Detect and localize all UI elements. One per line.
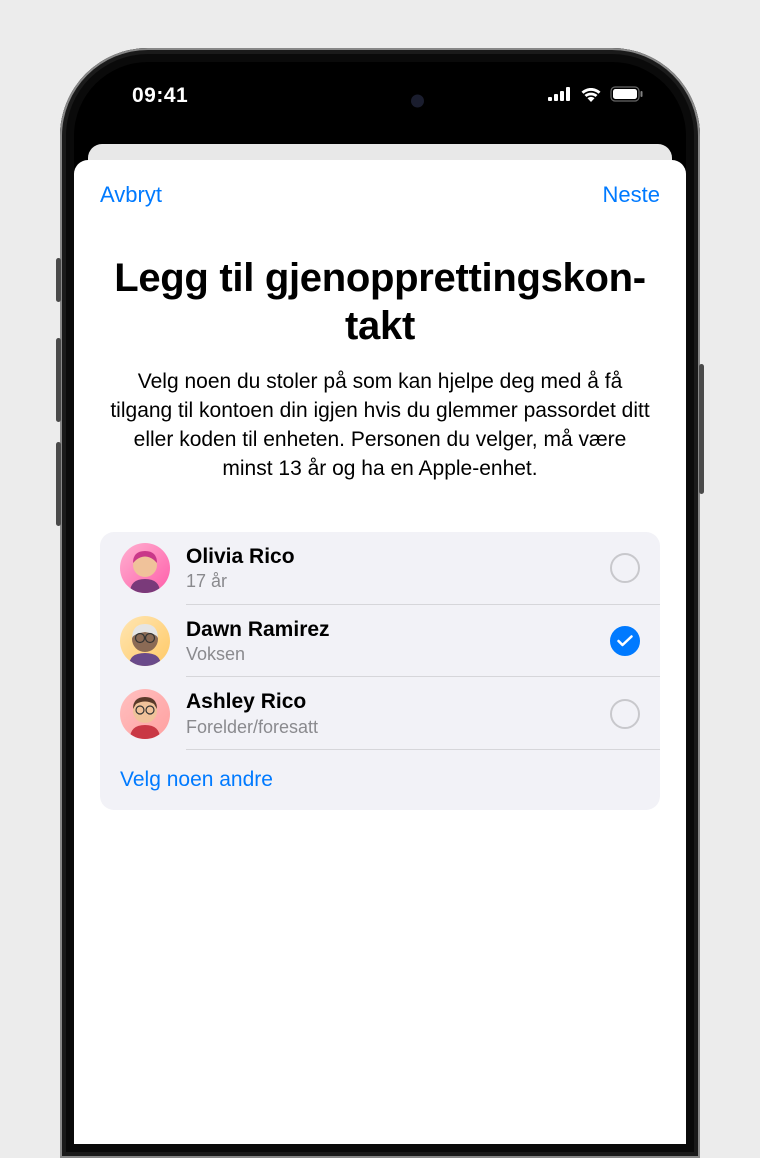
silent-switch [56,258,61,302]
modal-nav-bar: Avbryt Neste [100,182,660,208]
contact-info: Ashley Rico Forelder/foresatt [186,688,610,739]
contact-meta: 17 år [186,570,610,593]
volume-down-button [56,442,61,526]
phone-screen: 09:41 Avbryt Neste Legg til gjenoppretti… [74,62,686,1144]
contact-list: Olivia Rico 17 år Dawn Ramirez Voksen [100,532,660,810]
modal-sheet: Avbryt Neste Legg til gjenopprettingskon… [74,160,686,1144]
next-button[interactable]: Neste [603,182,660,208]
avatar [120,616,170,666]
cellular-icon [548,87,572,106]
contact-row-olivia[interactable]: Olivia Rico 17 år [100,532,660,605]
avatar [120,689,170,739]
battery-icon [610,86,644,107]
status-time: 09:41 [132,84,188,108]
radio-unselected-icon[interactable] [610,699,640,729]
contact-name: Ashley Rico [186,688,610,715]
choose-other-button[interactable]: Velg noen andre [100,750,660,810]
contact-meta: Voksen [186,643,610,666]
contact-meta: Forelder/foresatt [186,716,610,739]
avatar [120,543,170,593]
phone-device-frame: 09:41 Avbryt Neste Legg til gjenoppretti… [60,48,700,1158]
contact-row-dawn[interactable]: Dawn Ramirez Voksen [100,605,660,678]
contact-info: Dawn Ramirez Voksen [186,616,610,667]
wifi-icon [580,86,602,107]
status-icons [548,86,644,107]
radio-selected-icon[interactable] [610,626,640,656]
contact-name: Dawn Ramirez [186,616,610,643]
radio-unselected-icon[interactable] [610,553,640,583]
power-button [699,364,704,494]
volume-up-button [56,338,61,422]
page-title: Legg til gjenopprettingskon-takt [100,254,660,350]
contact-row-ashley[interactable]: Ashley Rico Forelder/foresatt [100,677,660,750]
dynamic-island [302,80,458,122]
cancel-button[interactable]: Avbryt [100,182,162,208]
contact-info: Olivia Rico 17 år [186,543,610,594]
contact-name: Olivia Rico [186,543,610,570]
page-description: Velg noen du stoler på som kan hjelpe de… [100,368,660,484]
